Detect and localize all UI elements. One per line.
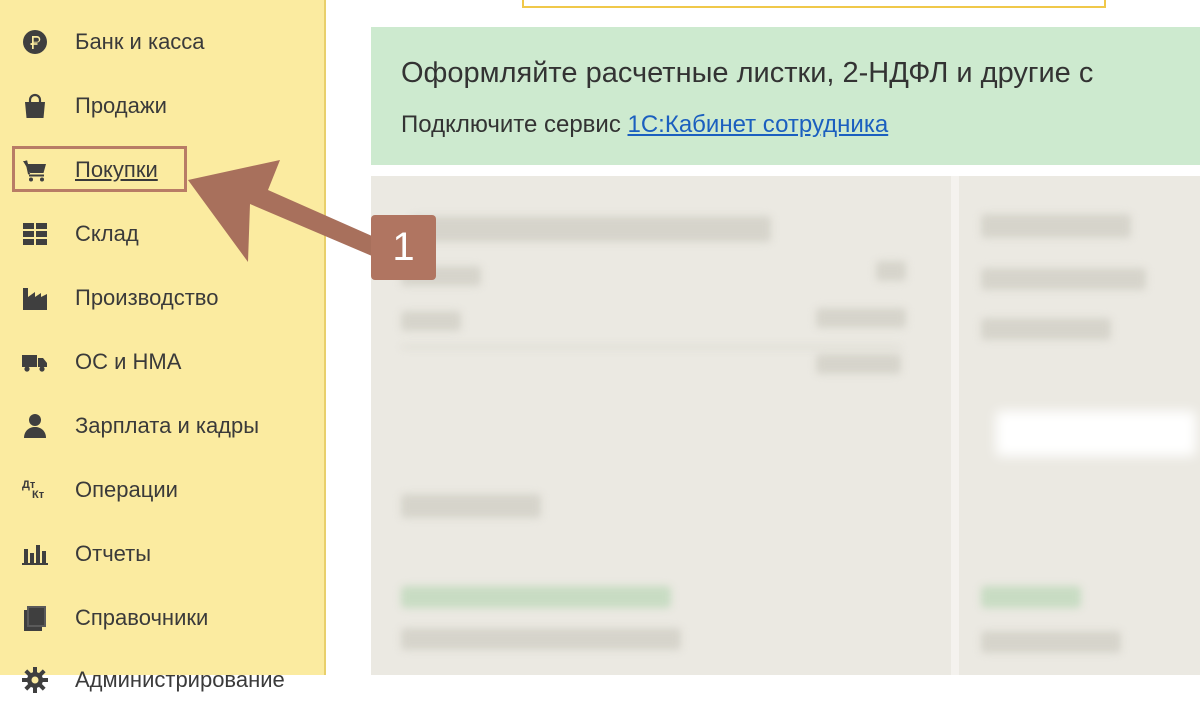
step-badge: 1 [371,215,436,280]
annotation-arrow [188,160,372,262]
